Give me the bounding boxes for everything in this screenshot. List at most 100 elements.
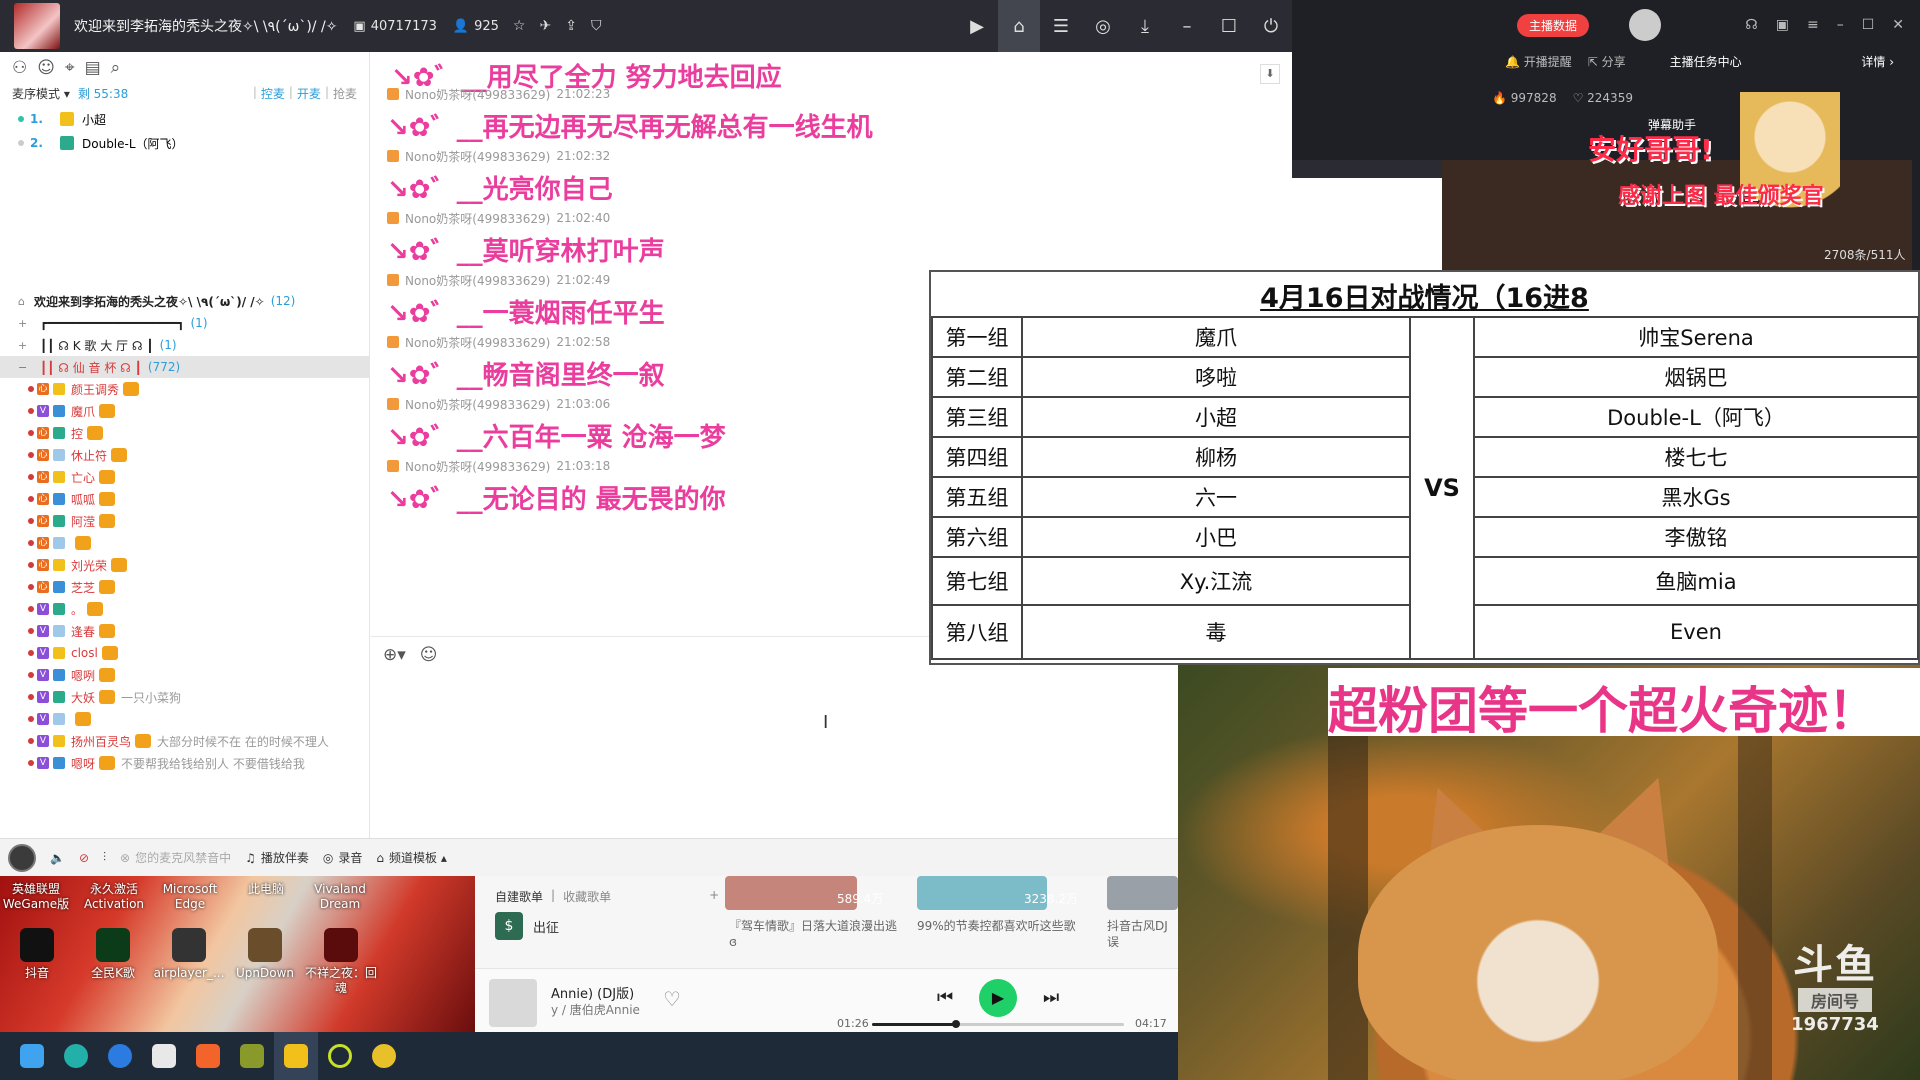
- sticker-icon[interactable]: ☺: [420, 645, 438, 665]
- member-row[interactable]: V 嗯呀 不要帮我给钱给别人 不要借钱给我: [0, 752, 370, 774]
- member-row[interactable]: 心 呱呱: [0, 488, 370, 510]
- location-icon[interactable]: ⌖: [65, 58, 75, 78]
- member-row[interactable]: 心 休止符: [0, 444, 370, 466]
- stream-reminder-button[interactable]: 🔔 开播提醒: [1505, 53, 1572, 70]
- member-row[interactable]: V 魔爪: [0, 400, 370, 422]
- gamepad-icon[interactable]: ◎: [1082, 0, 1124, 52]
- plane-app-icon[interactable]: [142, 1032, 186, 1080]
- mic-muted-icon[interactable]: ⊘: [79, 851, 89, 865]
- member-row[interactable]: V: [0, 708, 370, 730]
- collapse-icon[interactable]: −: [18, 361, 30, 374]
- yy-app-icon[interactable]: [274, 1032, 318, 1080]
- profile-icon[interactable]: ⚇: [12, 58, 27, 78]
- download-icon[interactable]: ⤓: [1124, 0, 1166, 52]
- plane-icon[interactable]: ✈: [539, 18, 551, 34]
- record-button[interactable]: ◎ 录音: [323, 849, 363, 866]
- close-icon[interactable]: ✕: [1892, 17, 1904, 33]
- queue-item[interactable]: 1. 小超: [0, 108, 369, 130]
- member-row[interactable]: 心 颜王调秀: [0, 378, 370, 400]
- member-row[interactable]: 心: [0, 532, 370, 554]
- minimize-icon[interactable]: –: [1837, 17, 1844, 33]
- edge-icon[interactable]: [54, 1032, 98, 1080]
- sender-name[interactable]: Nono奶茶呀(499833629): [405, 86, 550, 103]
- desktop-label[interactable]: 永久激活 Activation: [78, 882, 150, 912]
- kge-icon[interactable]: [96, 928, 130, 962]
- sender-name[interactable]: Nono奶茶呀(499833629): [405, 396, 550, 413]
- tree-root[interactable]: ⌂ 欢迎来到李拓海的秃头之夜✧\ \٩(ˊωˋ)/ /✧ (12): [0, 290, 370, 312]
- album-cover[interactable]: [489, 979, 537, 1027]
- maximize-icon[interactable]: ☐: [1208, 0, 1250, 52]
- tab-created-playlists[interactable]: 自建歌单: [495, 888, 543, 905]
- open-mic-link[interactable]: 开麦: [297, 85, 321, 102]
- streamer-avatar[interactable]: [1629, 9, 1662, 41]
- desktop-label[interactable]: 此电脑: [230, 882, 302, 897]
- douyu-app-icon[interactable]: [186, 1032, 230, 1080]
- expand-icon[interactable]: +: [18, 317, 30, 330]
- maximize-icon[interactable]: ☐: [1862, 17, 1875, 33]
- sender-name[interactable]: Nono奶茶呀(499833629): [405, 210, 550, 227]
- video-icon[interactable]: ▶: [956, 0, 998, 52]
- game-app-icon[interactable]: [230, 1032, 274, 1080]
- kugou-icon[interactable]: [98, 1032, 142, 1080]
- feedback-icon[interactable]: ▣: [1776, 17, 1789, 33]
- progress-track[interactable]: [872, 1020, 1124, 1028]
- desktop-label[interactable]: Vivaland Dream: [304, 882, 376, 912]
- task-detail-link[interactable]: 详情 ›: [1861, 53, 1894, 70]
- previous-track-icon[interactable]: ⏮: [937, 987, 953, 1008]
- ring-app-icon[interactable]: [318, 1032, 362, 1080]
- minimize-icon[interactable]: –: [1166, 0, 1208, 52]
- member-row[interactable]: V。: [0, 598, 370, 620]
- scroll-down-icon[interactable]: ⬇: [1260, 64, 1280, 84]
- chrome-icon[interactable]: [362, 1032, 406, 1080]
- upndown-icon[interactable]: [248, 928, 282, 962]
- member-row[interactable]: 心 刘光荣: [0, 554, 370, 576]
- playlist-item[interactable]: $ 出征: [495, 912, 559, 940]
- sender-name[interactable]: Nono奶茶呀(499833629): [405, 458, 550, 475]
- channel-template-button[interactable]: ⌂ 频道模板 ▴: [376, 849, 446, 866]
- like-heart-icon[interactable]: ♡: [663, 987, 681, 1011]
- star-icon[interactable]: ☆: [513, 18, 526, 34]
- list-icon[interactable]: ☰: [1040, 0, 1082, 52]
- member-row[interactable]: V 逢春: [0, 620, 370, 642]
- member-row[interactable]: 心 芝芝: [0, 576, 370, 598]
- search-icon[interactable]: ⌕: [111, 58, 121, 78]
- mic-mode-select[interactable]: 麦序模式 ▾: [12, 85, 70, 102]
- channel-avatar[interactable]: [14, 3, 60, 49]
- tree-channel-selected[interactable]: − ┃┃ ☊ 仙 音 杯 ☊ ┃ (772): [0, 356, 370, 378]
- share-icon[interactable]: ⇪: [565, 18, 577, 34]
- member-row[interactable]: V 嗯咧: [0, 664, 370, 686]
- member-row[interactable]: 心 阿滢: [0, 510, 370, 532]
- control-mic-link[interactable]: 控麦: [261, 85, 285, 102]
- share-button[interactable]: ⇱ 分享: [1588, 53, 1626, 70]
- user-avatar[interactable]: [8, 843, 36, 872]
- douyin-icon[interactable]: [20, 928, 54, 962]
- chat-bubble-icon[interactable]: ☺: [37, 58, 55, 78]
- windows-start-icon[interactable]: [10, 1032, 54, 1080]
- sender-name[interactable]: Nono奶茶呀(499833629): [405, 334, 550, 351]
- add-playlist-icon[interactable]: +: [709, 888, 719, 905]
- sender-name[interactable]: Nono奶茶呀(499833629): [405, 272, 550, 289]
- expand-icon[interactable]: +: [18, 339, 30, 352]
- desktop-label[interactable]: 英雄联盟 WeGame版: [0, 882, 72, 912]
- tree-channel[interactable]: + ┃┃ ☊ K 歌 大 厅 ☊ ┃ (1): [0, 334, 370, 356]
- game-night-icon[interactable]: [324, 928, 358, 962]
- speaker-icon[interactable]: 🔈: [50, 851, 65, 865]
- grab-mic-link[interactable]: 抢麦: [333, 85, 357, 102]
- member-row[interactable]: V 扬州百灵鸟 大部分时候不在 在的时候不理人: [0, 730, 370, 752]
- airplayer-icon[interactable]: [172, 928, 206, 962]
- accompany-button[interactable]: ♫ 播放伴奏: [245, 849, 309, 866]
- headset-icon[interactable]: ☊: [1745, 17, 1757, 33]
- power-icon[interactable]: ⏻: [1250, 0, 1292, 52]
- notes-icon[interactable]: ▤: [85, 58, 101, 78]
- shield-icon[interactable]: ⛉: [591, 18, 602, 34]
- message-input-area[interactable]: ⊕▾ ☺ I ↵: [371, 636, 1292, 838]
- tree-channel[interactable]: + ┏━━━━━━━━━━━━━━━━━━┓ (1): [0, 312, 370, 334]
- gamepad-emoji-icon[interactable]: ⊕▾: [383, 645, 406, 665]
- tab-collected-playlists[interactable]: 收藏歌单: [563, 888, 611, 905]
- next-track-icon[interactable]: ⏭: [1043, 987, 1059, 1008]
- streamer-data-button[interactable]: 主播数据: [1517, 13, 1590, 37]
- equalizer-icon[interactable]: ⫶: [103, 850, 106, 865]
- member-row[interactable]: V 大妖 一只小菜狗: [0, 686, 370, 708]
- menu-icon[interactable]: ≡: [1807, 17, 1819, 33]
- sender-name[interactable]: Nono奶茶呀(499833629): [405, 148, 550, 165]
